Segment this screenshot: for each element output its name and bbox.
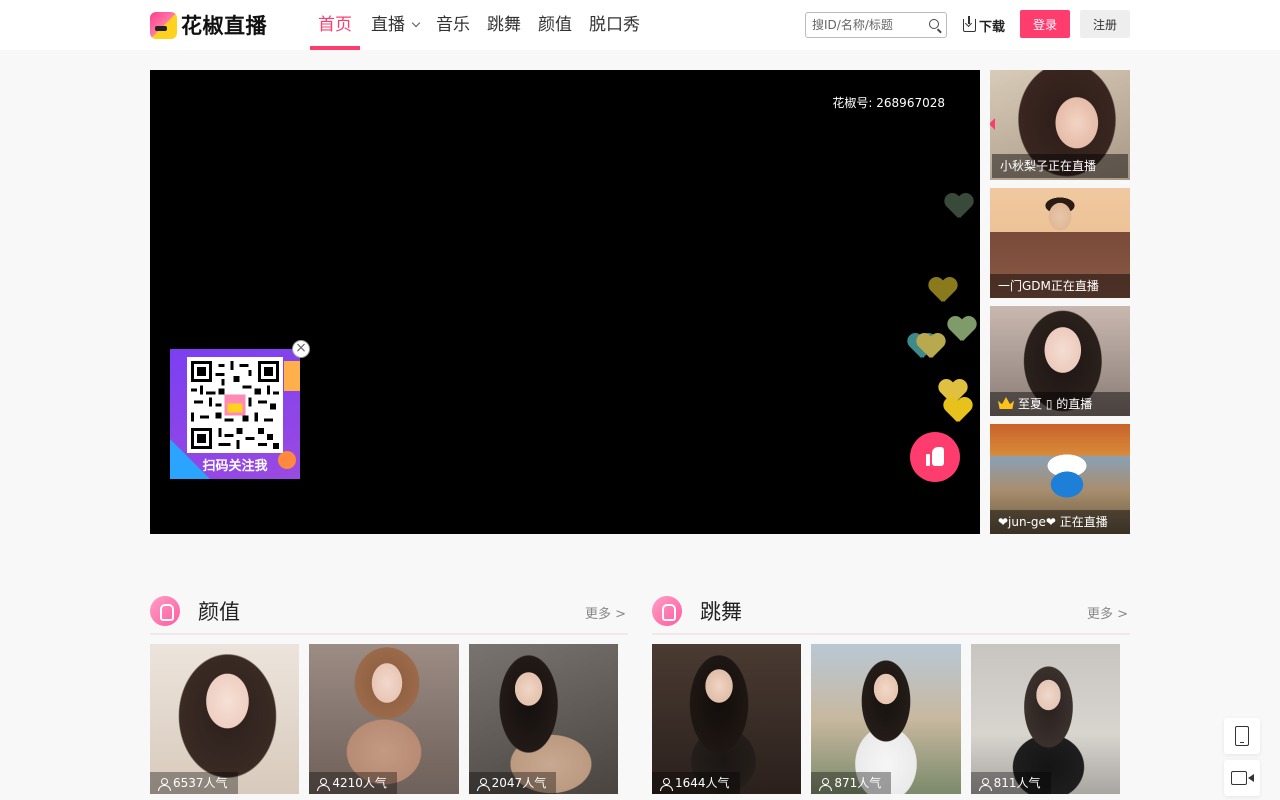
qr-code — [187, 357, 283, 453]
main-nav: 首页 直播 音乐 跳舞 颜值 脱口秀 — [310, 0, 657, 50]
login-button[interactable]: 登录 — [1020, 10, 1070, 38]
nav-home[interactable]: 首页 — [310, 0, 360, 50]
heart-icon — [916, 334, 944, 360]
tablet-icon — [1235, 726, 1249, 746]
beauty-category-icon — [150, 596, 180, 626]
logo-text: 花椒直播 — [181, 14, 267, 38]
qr-label: 扫码关注我 — [202, 459, 268, 474]
like-button[interactable] — [910, 432, 960, 482]
chevron-down-icon — [411, 18, 421, 28]
download-label: 下载 — [979, 20, 1006, 35]
close-icon[interactable]: × — [292, 340, 310, 358]
site-logo[interactable]: 花椒直播 — [150, 10, 267, 40]
popularity-badge: 4210人气 — [309, 772, 397, 794]
popularity-badge: 871人气 — [811, 772, 892, 794]
section-beauty: 颜值 更多 > 6537人气 4210人气 2047人气 — [150, 595, 628, 794]
live-side-list: 小秋梨子正在直播 一门GDM正在直播 至夏 ▯ 的直播 ❤jun-ge❤ 正在直… — [990, 70, 1130, 542]
search-input[interactable] — [806, 13, 918, 37]
nav-music[interactable]: 音乐 — [436, 0, 470, 50]
live-card[interactable]: 6537人气 — [150, 644, 300, 794]
search-box — [805, 12, 947, 38]
heart-icon — [947, 317, 975, 343]
popularity-badge: 2047人气 — [468, 772, 557, 794]
side-live-item[interactable]: 一门GDM正在直播 — [990, 188, 1130, 298]
thumbs-up-icon — [926, 447, 944, 466]
nav-dance[interactable]: 跳舞 — [487, 0, 521, 50]
dance-category-icon — [652, 596, 682, 626]
section-dance: 跳舞 更多 > 1644人气 871人气 811人气 — [652, 595, 1130, 794]
live-card[interactable]: 4210人气 — [309, 644, 459, 794]
section-header: 颜值 更多 > — [150, 595, 628, 635]
live-card[interactable]: 871人气 — [811, 644, 961, 794]
side-live-caption: 至夏 ▯ 的直播 — [990, 392, 1130, 416]
heart-icon — [944, 194, 972, 220]
side-live-caption: 小秋梨子正在直播 — [992, 154, 1128, 178]
live-card[interactable]: 1644人气 — [652, 644, 802, 794]
card-list: 6537人气 4210人气 2047人气 — [150, 644, 628, 794]
heart-icon — [928, 278, 956, 304]
decor-shape — [284, 361, 300, 391]
popularity-badge: 811人气 — [970, 772, 1051, 794]
search-icon[interactable] — [929, 19, 939, 29]
register-button[interactable]: 注册 — [1080, 10, 1130, 38]
more-link[interactable]: 更多 > — [1087, 603, 1128, 622]
user-icon — [158, 777, 171, 791]
logo-icon — [150, 11, 177, 39]
nav-beauty[interactable]: 颜值 — [538, 0, 572, 50]
section-title: 颜值 — [198, 600, 240, 624]
side-live-caption: ❤jun-ge❤ 正在直播 — [990, 510, 1130, 534]
mobile-app-button[interactable] — [1224, 718, 1260, 754]
side-live-item[interactable]: 至夏 ▯ 的直播 — [990, 306, 1130, 416]
user-icon — [978, 777, 992, 791]
popularity-badge: 6537人气 — [150, 772, 238, 794]
nav-talkshow[interactable]: 脱口秀 — [589, 0, 640, 50]
nav-live[interactable]: 直播 — [371, 0, 421, 50]
side-live-item[interactable]: 小秋梨子正在直播 — [990, 70, 1130, 180]
card-list: 1644人气 871人气 811人气 — [652, 644, 1130, 794]
side-live-item[interactable]: ❤jun-ge❤ 正在直播 — [990, 424, 1130, 534]
download-link[interactable]: 下载 — [963, 16, 1005, 35]
section-title: 跳舞 — [700, 600, 742, 624]
user-icon — [476, 777, 490, 791]
section-header: 跳舞 更多 > — [652, 595, 1130, 635]
side-live-caption: 一门GDM正在直播 — [990, 274, 1130, 298]
popularity-badge: 1644人气 — [652, 772, 740, 794]
download-icon — [963, 16, 976, 32]
live-card[interactable]: 811人气 — [970, 644, 1120, 794]
crown-icon — [998, 397, 1014, 409]
user-icon — [660, 777, 673, 791]
more-link[interactable]: 更多 > — [585, 603, 626, 622]
live-card[interactable]: 2047人气 — [468, 644, 618, 794]
start-live-button[interactable] — [1224, 760, 1260, 796]
video-player[interactable]: 花椒号: 268967028 扫码关注我 × — [150, 70, 980, 534]
room-id: 花椒号: 268967028 — [832, 96, 945, 110]
user-icon — [819, 777, 833, 791]
qr-follow-card: 扫码关注我 — [170, 349, 300, 479]
user-icon — [317, 777, 331, 791]
video-camera-icon — [1231, 771, 1254, 785]
heart-icon — [943, 398, 971, 424]
site-header: 花椒直播 首页 直播 音乐 跳舞 颜值 脱口秀 下载 登录 注册 — [0, 0, 1280, 50]
